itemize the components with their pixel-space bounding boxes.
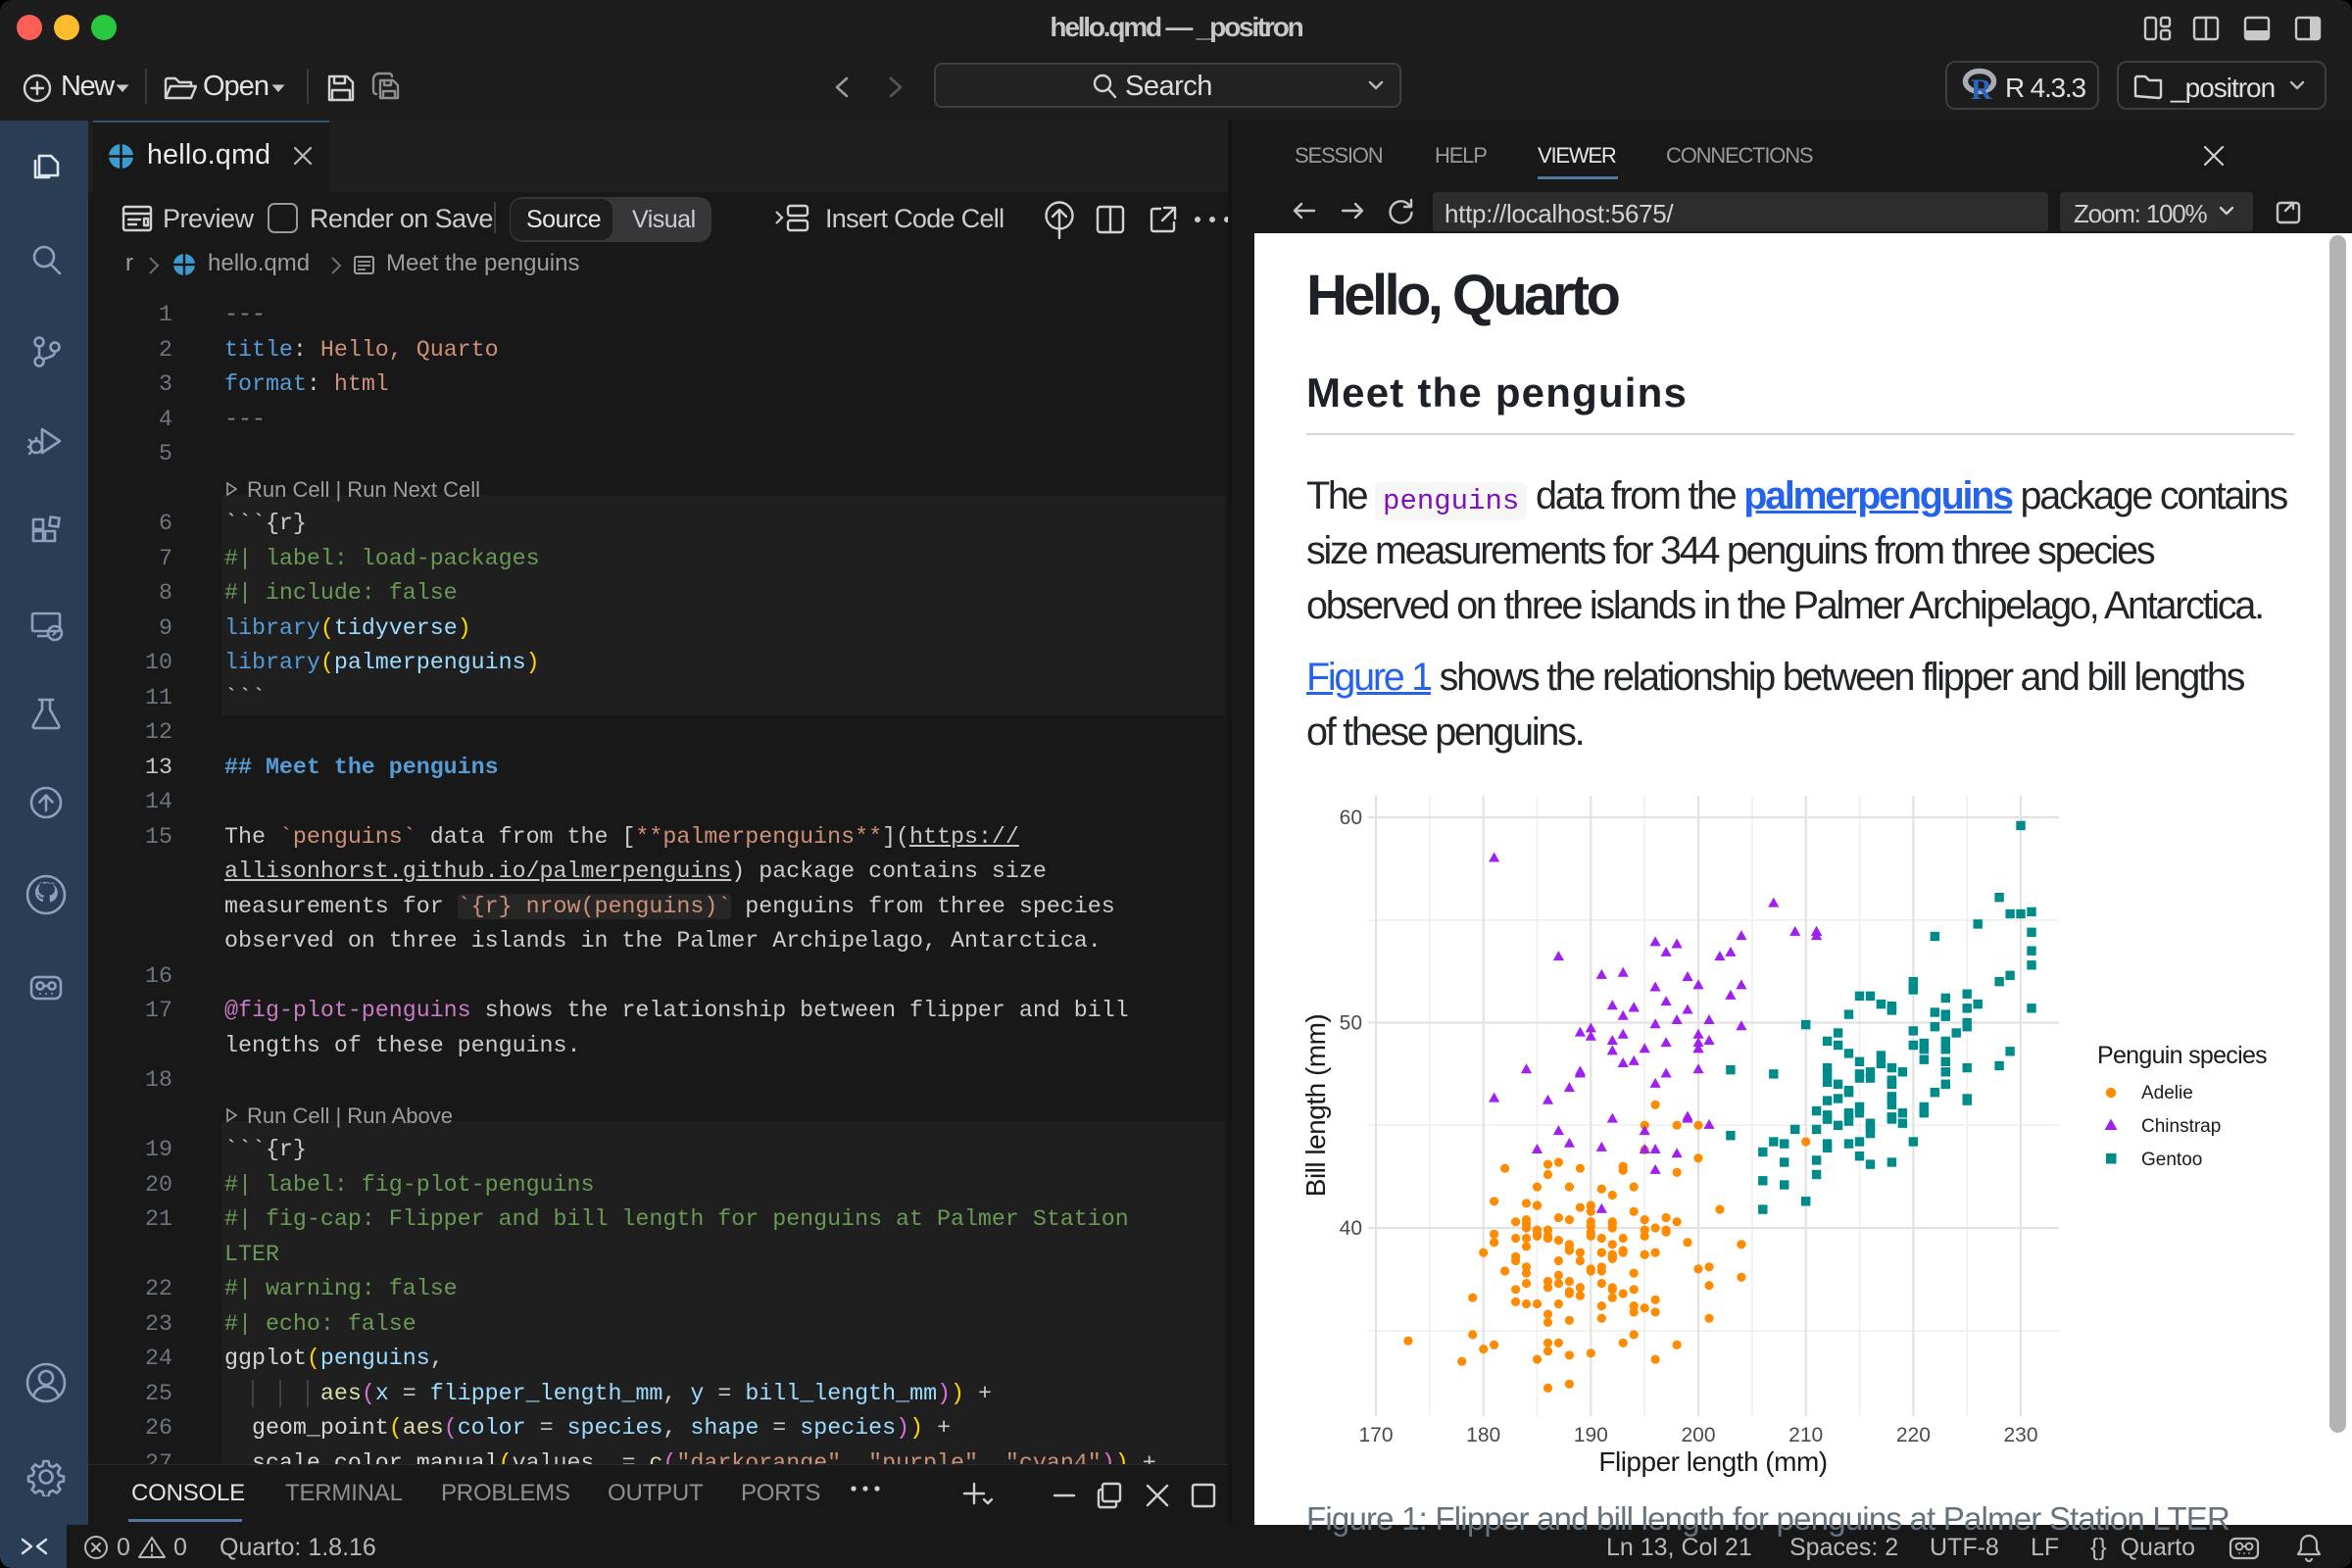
svg-text:210: 210: [1788, 1424, 1823, 1446]
svg-text:200: 200: [1681, 1424, 1715, 1446]
svg-text:170: 170: [1358, 1424, 1393, 1446]
svg-text:220: 220: [1896, 1424, 1931, 1446]
svg-text:Flipper length (mm): Flipper length (mm): [1598, 1446, 1827, 1477]
svg-text:Chinstrap: Chinstrap: [2141, 1116, 2221, 1137]
svg-text:50: 50: [1340, 1012, 1362, 1035]
svg-text:180: 180: [1466, 1424, 1500, 1446]
svg-text:Gentoo: Gentoo: [2141, 1150, 2202, 1170]
svg-text:190: 190: [1574, 1424, 1608, 1446]
svg-text:Bill length (mm): Bill length (mm): [1300, 1014, 1331, 1197]
svg-text:40: 40: [1340, 1217, 1362, 1240]
svg-text:230: 230: [2003, 1424, 2037, 1446]
svg-text:R: R: [1971, 74, 1992, 104]
svg-text:60: 60: [1340, 807, 1362, 829]
svg-text:Penguin species: Penguin species: [2097, 1042, 2267, 1069]
svg-text:Adelie: Adelie: [2141, 1083, 2193, 1103]
